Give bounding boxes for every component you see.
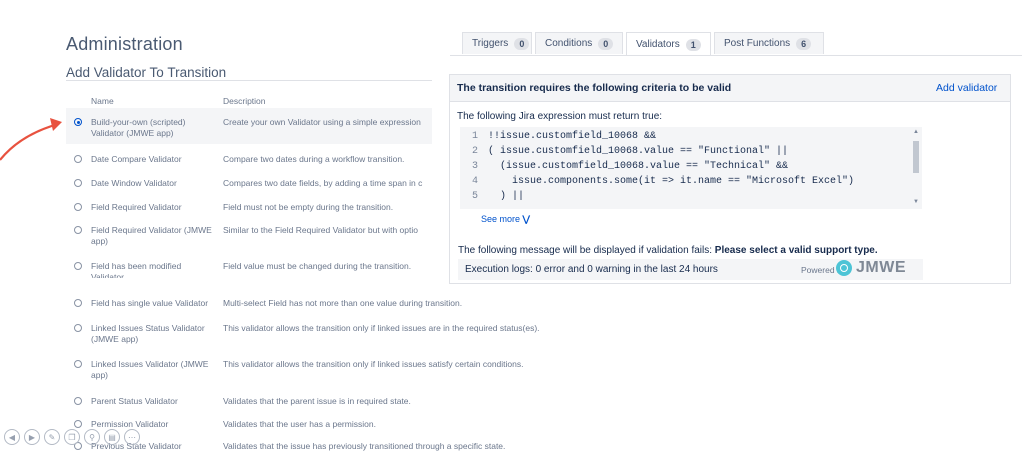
- radio-button[interactable]: [74, 420, 82, 428]
- next-icon[interactable]: ▶: [24, 429, 40, 445]
- page-subtitle: Add Validator To Transition: [66, 65, 227, 80]
- tab-validators[interactable]: Validators 1: [626, 32, 711, 56]
- panel-title: The transition requires the following cr…: [457, 82, 732, 94]
- validator-description: Multi-select Field has not more than one…: [223, 298, 463, 308]
- column-header-description: Description: [223, 96, 266, 106]
- scroll-down-icon[interactable]: ▼: [913, 199, 919, 205]
- validator-description: Field value must be changed during the t…: [223, 261, 412, 271]
- code-line: 2( issue.customfield_10068.value == "Fun…: [471, 146, 789, 157]
- validator-name: Field has been modified Validator: [91, 261, 182, 278]
- code-line: 5 ) ||: [471, 191, 525, 202]
- pen-icon[interactable]: ✎: [44, 429, 60, 445]
- radio-button[interactable]: [74, 155, 82, 163]
- tab-count-badge: 0: [514, 37, 530, 50]
- validation-message-value: Please select a valid support type.: [714, 245, 878, 256]
- validator-name: Date Window Validator: [91, 178, 177, 188]
- double-chevron-down-icon: ⋁: [522, 214, 530, 224]
- tab-label: Validators: [636, 39, 680, 50]
- page-title: Administration: [66, 34, 183, 54]
- annotation-arrow-icon: [0, 118, 62, 161]
- code-scrollbar[interactable]: [913, 141, 919, 173]
- validator-description: Create your own Validator using a simple…: [223, 117, 421, 127]
- radio-button[interactable]: [74, 397, 82, 405]
- validator-description: Compare two dates during a workflow tran…: [223, 154, 405, 164]
- tab-label: Post Functions: [724, 38, 791, 49]
- radio-button[interactable]: [74, 203, 82, 211]
- radio-selected[interactable]: [74, 118, 82, 126]
- validator-description: Validates that the parent issue is in re…: [223, 396, 411, 406]
- prev-icon[interactable]: ◀: [4, 429, 20, 445]
- validator-name: Parent Status Validator: [91, 396, 178, 406]
- code-line: 4 issue.components.some(it => it.name ==…: [471, 176, 855, 187]
- code-line: 1 !!issue.customfield_10068 &&: [471, 131, 657, 142]
- validator-description: Validates that the user has a permission…: [223, 419, 376, 429]
- validator-name: Linked Issues Validator (JMWE app): [91, 359, 209, 380]
- column-header-name: Name: [91, 96, 114, 106]
- validator-list-clip: Build-your-own (scripted) Validator (JMW…: [66, 108, 432, 278]
- validator-description: This validator allows the transition onl…: [223, 359, 524, 369]
- tab-label: Triggers: [472, 38, 509, 49]
- add-validator-link[interactable]: Add validator: [936, 82, 997, 94]
- tab-count-badge: 1: [685, 38, 701, 51]
- radio-button[interactable]: [74, 299, 82, 307]
- tab-count-badge: 0: [598, 37, 614, 50]
- validator-name: Field Required Validator: [91, 202, 182, 212]
- screen-icon[interactable]: ▤: [104, 429, 120, 445]
- code-line: 3 (issue.customfield_10068.value == "Tec…: [471, 161, 789, 172]
- jmwe-logo-icon: [836, 260, 852, 276]
- validator-name: Field has single value Validator: [91, 298, 209, 308]
- validator-name: Build-your-own (scripted) Validator (JMW…: [91, 117, 186, 138]
- validator-name: Linked Issues Status Validator (JMWE app…: [91, 323, 205, 344]
- radio-button[interactable]: [74, 360, 82, 368]
- validator-description: Similar to the Field Required Validator …: [223, 225, 418, 235]
- execution-logs-link[interactable]: Execution logs: 0 error and 0 warning in…: [465, 264, 718, 275]
- tab-conditions[interactable]: Conditions 0: [535, 32, 623, 54]
- tab-count-badge: 6: [796, 37, 812, 50]
- validation-message: The following message will be displayed …: [458, 245, 878, 256]
- tabs-divider: [450, 55, 1022, 56]
- see-more-link[interactable]: See more ⋁: [481, 214, 530, 225]
- scroll-up-icon[interactable]: ▲: [913, 129, 919, 135]
- validator-name: Date Compare Validator: [91, 154, 182, 164]
- tab-triggers[interactable]: Triggers 0: [462, 32, 532, 54]
- radio-button[interactable]: [74, 226, 82, 234]
- validator-description: Validates that the issue has previously …: [223, 441, 506, 451]
- zoom-icon[interactable]: ⚲: [84, 429, 100, 445]
- code-block: 1 !!issue.customfield_10068 && 2( issue.c…: [460, 127, 922, 209]
- validator-description: Field must not be empty during the trans…: [223, 202, 394, 212]
- tab-label: Conditions: [545, 38, 593, 49]
- copy-icon[interactable]: ❐: [64, 429, 80, 445]
- validator-description: This validator allows the transition onl…: [223, 323, 540, 333]
- radio-button[interactable]: [74, 324, 82, 332]
- tab-post-functions[interactable]: Post Functions 6: [714, 32, 824, 54]
- radio-button[interactable]: [74, 179, 82, 187]
- more-icon[interactable]: ⋯: [124, 429, 140, 445]
- jmwe-logo: JMWE: [856, 259, 906, 276]
- expression-intro: The following Jira expression must retur…: [457, 111, 663, 122]
- subtitle-divider: [66, 80, 432, 81]
- validator-name: Field Required Validator (JMWE app): [91, 225, 212, 246]
- validator-description: Compares two date fields, by adding a ti…: [223, 178, 423, 188]
- radio-button[interactable]: [74, 262, 82, 270]
